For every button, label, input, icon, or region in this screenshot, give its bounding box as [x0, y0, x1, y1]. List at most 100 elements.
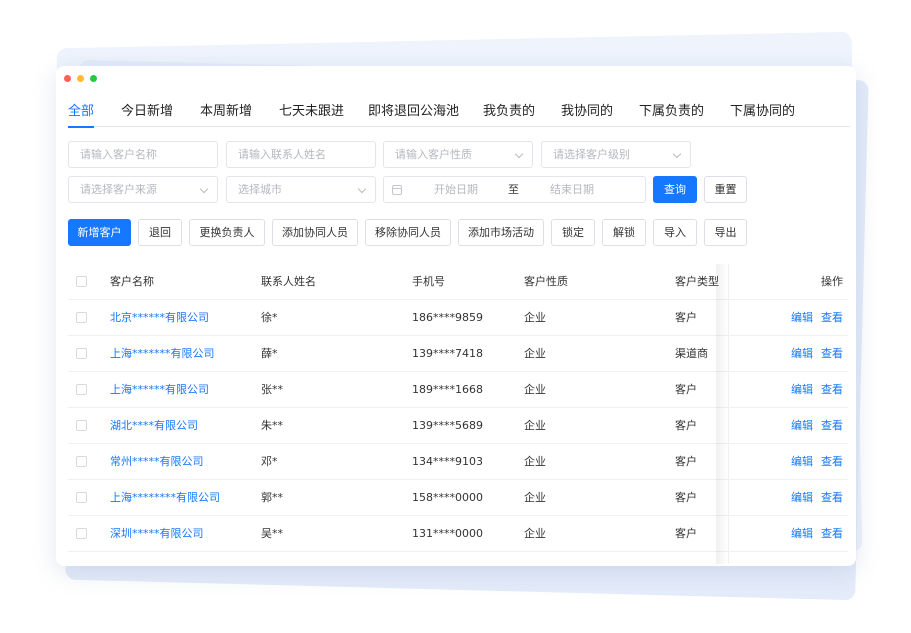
tab-returning-to-pool[interactable]: 即将退回公海池: [368, 100, 459, 127]
city-select[interactable]: 选择城市: [226, 176, 376, 203]
lock-button[interactable]: 锁定: [551, 219, 595, 246]
contact-name: 徐*: [261, 311, 278, 324]
date-range-picker[interactable]: 开始日期 至 结束日期: [383, 176, 646, 203]
row-checkbox[interactable]: [76, 312, 87, 323]
table-row: 北京******有限公司 徐* 186****9859 企业 客户 编辑 查看: [68, 300, 848, 336]
table-row: 常州*****有限公司 邓* 134****9103 企业 客户 编辑 查看: [68, 444, 848, 480]
customer-nature: 企业: [524, 455, 546, 468]
customer-nature: 企业: [524, 527, 546, 540]
header-customer-name: 客户名称: [110, 275, 154, 288]
contact-name: 邓*: [261, 455, 278, 468]
contact-name: 薛*: [261, 347, 278, 360]
edit-link[interactable]: 编辑: [791, 444, 813, 480]
tab-week-new[interactable]: 本周新增: [200, 100, 252, 127]
customer-type: 客户: [675, 311, 697, 324]
tab-my-owned[interactable]: 我负责的: [483, 100, 535, 127]
chevron-down-icon: [199, 184, 209, 194]
edit-link[interactable]: 编辑: [791, 336, 813, 372]
customer-name-link[interactable]: 上海********有限公司: [110, 480, 220, 516]
fixed-column-divider: [728, 264, 729, 564]
tab-today-new[interactable]: 今日新增: [121, 100, 173, 127]
row-checkbox[interactable]: [76, 348, 87, 359]
phone-number: 131****0000: [412, 527, 483, 540]
view-link[interactable]: 查看: [821, 480, 843, 516]
row-checkbox[interactable]: [76, 384, 87, 395]
view-link[interactable]: 查看: [821, 336, 843, 372]
phone-number: 189****1668: [412, 383, 483, 396]
view-link[interactable]: 查看: [821, 300, 843, 336]
customer-source-placeholder: 请选择客户来源: [80, 183, 157, 196]
unlock-button[interactable]: 解锁: [602, 219, 646, 246]
contact-name: 张**: [261, 383, 283, 396]
tab-seven-days-no-follow[interactable]: 七天未跟进: [279, 100, 344, 127]
header-contact-name: 联系人姓名: [261, 275, 316, 288]
query-button[interactable]: 查询: [653, 176, 697, 203]
tab-sub-collaborated[interactable]: 下属协同的: [730, 100, 795, 127]
phone-number: 134****9103: [412, 455, 483, 468]
table-row: 上海*******有限公司 薛* 139****7418 企业 渠道商 编辑 查…: [68, 336, 848, 372]
close-dot-icon[interactable]: [64, 75, 71, 82]
contact-name: 朱**: [261, 419, 283, 432]
customer-type: 客户: [675, 383, 697, 396]
edit-link[interactable]: 编辑: [791, 408, 813, 444]
edit-link[interactable]: 编辑: [791, 300, 813, 336]
view-link[interactable]: 查看: [821, 444, 843, 480]
customer-type: 客户: [675, 527, 697, 540]
contact-name: 郭**: [261, 491, 283, 504]
add-campaign-button[interactable]: 添加市场活动: [458, 219, 544, 246]
minimize-dot-icon[interactable]: [77, 75, 84, 82]
table-row: 上海********有限公司 郭** 158****0000 企业 客户 编辑 …: [68, 480, 848, 516]
customer-name-input[interactable]: 请输入客户名称: [68, 141, 218, 168]
select-all-checkbox[interactable]: [76, 276, 87, 287]
city-placeholder: 选择城市: [238, 183, 282, 196]
add-collaborator-button[interactable]: 添加协同人员: [272, 219, 358, 246]
reset-button[interactable]: 重置: [704, 176, 747, 203]
change-owner-button[interactable]: 更换负责人: [189, 219, 265, 246]
customer-nature-placeholder: 请输入客户性质: [395, 148, 472, 161]
new-customer-button[interactable]: 新增客户: [68, 219, 131, 246]
view-link[interactable]: 查看: [821, 372, 843, 408]
tab-my-collaborated[interactable]: 我协同的: [561, 100, 613, 127]
tab-all[interactable]: 全部: [68, 100, 95, 128]
table-header-row: 客户名称 联系人姓名 手机号 客户性质 客户类型 操作: [68, 264, 848, 300]
import-button[interactable]: 导入: [653, 219, 697, 246]
customer-nature: 企业: [524, 347, 546, 360]
customer-nature: 企业: [524, 491, 546, 504]
view-link[interactable]: 查看: [821, 516, 843, 552]
header-phone: 手机号: [412, 275, 445, 288]
header-customer-type: 客户类型: [675, 275, 719, 288]
customer-name-link[interactable]: 常州*****有限公司: [110, 444, 204, 480]
row-checkbox[interactable]: [76, 492, 87, 503]
row-checkbox[interactable]: [76, 528, 87, 539]
edit-link[interactable]: 编辑: [791, 372, 813, 408]
edit-link[interactable]: 编辑: [791, 516, 813, 552]
maximize-dot-icon[interactable]: [90, 75, 97, 82]
end-date-placeholder: 结束日期: [550, 183, 594, 196]
remove-collaborator-button[interactable]: 移除协同人员: [365, 219, 451, 246]
customer-nature-select[interactable]: 请输入客户性质: [383, 141, 533, 168]
customer-name-link[interactable]: 深圳*****有限公司: [110, 516, 204, 552]
edit-link[interactable]: 编辑: [791, 480, 813, 516]
date-range-separator: 至: [508, 183, 519, 196]
customer-source-select[interactable]: 请选择客户来源: [68, 176, 218, 203]
table-row: 湖北****有限公司 朱** 139****5689 企业 客户 编辑 查看: [68, 408, 848, 444]
contact-name-input[interactable]: 请输入联系人姓名: [226, 141, 376, 168]
window-controls: [64, 75, 97, 82]
contact-name: 吴**: [261, 527, 283, 540]
customer-name-link[interactable]: 上海******有限公司: [110, 372, 209, 408]
chevron-down-icon: [514, 149, 524, 159]
customer-name-link[interactable]: 湖北****有限公司: [110, 408, 198, 444]
chevron-down-icon: [672, 149, 682, 159]
export-button[interactable]: 导出: [704, 219, 747, 246]
view-link[interactable]: 查看: [821, 408, 843, 444]
tab-sub-owned[interactable]: 下属负责的: [639, 100, 704, 127]
row-checkbox[interactable]: [76, 456, 87, 467]
customer-type: 客户: [675, 419, 697, 432]
customer-name-link[interactable]: 北京******有限公司: [110, 300, 209, 336]
customer-level-select[interactable]: 请选择客户级别: [541, 141, 691, 168]
row-checkbox[interactable]: [76, 420, 87, 431]
return-button[interactable]: 退回: [138, 219, 182, 246]
customer-type: 客户: [675, 491, 697, 504]
phone-number: 139****7418: [412, 347, 483, 360]
customer-name-link[interactable]: 上海*******有限公司: [110, 336, 215, 372]
